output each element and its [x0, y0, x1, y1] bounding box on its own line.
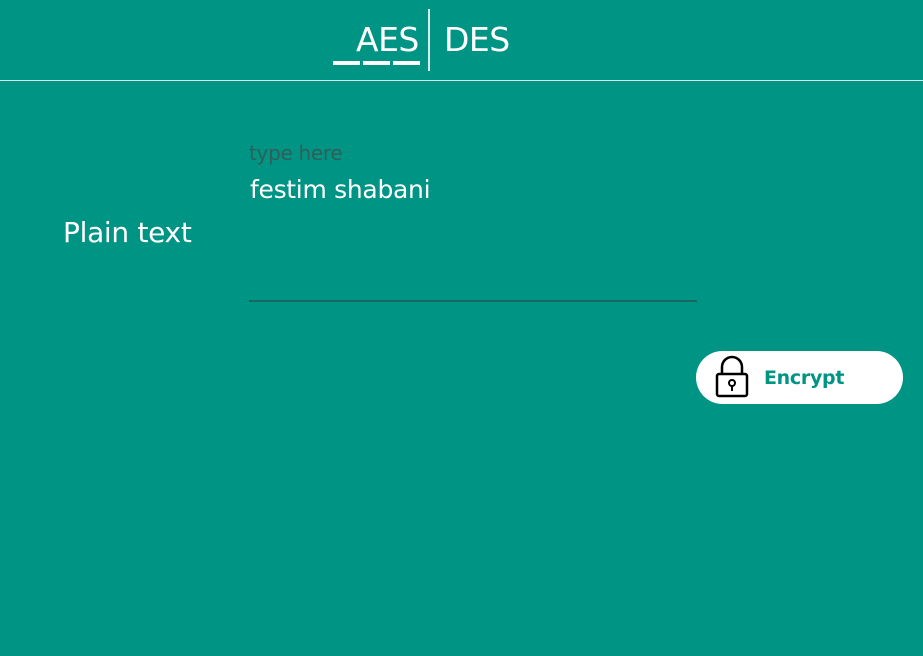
plain-text-label: Plain text — [63, 216, 192, 249]
input-placeholder: type here — [249, 141, 343, 165]
lock-icon — [715, 355, 749, 398]
encrypt-label: Encrypt — [764, 367, 845, 389]
tab-bar: AES DES — [0, 0, 923, 81]
input-value[interactable]: festim shabani — [250, 175, 431, 205]
tab-aes[interactable]: AES — [356, 18, 419, 62]
encrypt-button[interactable]: Encrypt — [696, 351, 903, 404]
selected-tab-indicator — [333, 61, 423, 65]
plain-text-input[interactable]: type here festim shabani — [249, 138, 697, 302]
tab-des[interactable]: DES — [444, 18, 510, 62]
tab-divider — [428, 9, 430, 71]
